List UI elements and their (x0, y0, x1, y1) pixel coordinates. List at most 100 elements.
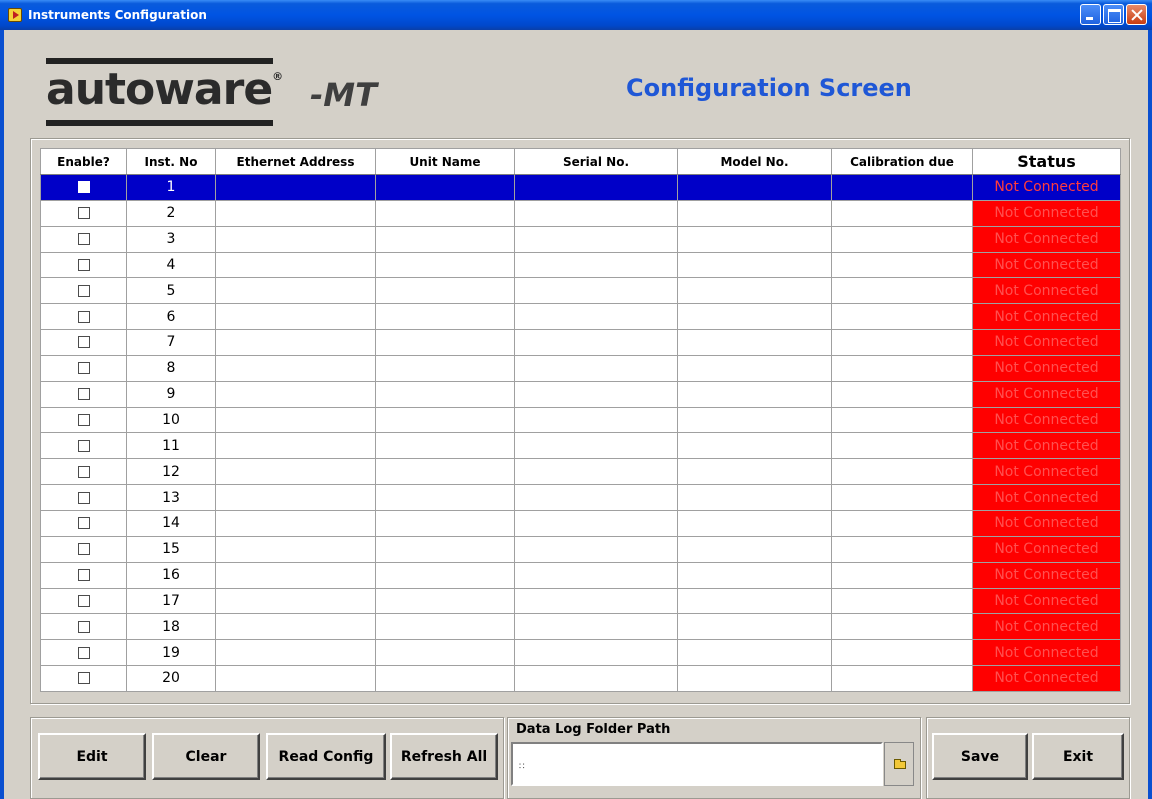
enable-checkbox[interactable] (77, 543, 90, 556)
unit-name-cell[interactable] (375, 432, 515, 460)
enable-checkbox[interactable] (77, 310, 90, 323)
enable-checkbox[interactable] (77, 258, 90, 271)
enable-checkbox[interactable] (77, 336, 90, 349)
model-no-cell[interactable] (677, 354, 832, 382)
calibration-due-cell[interactable] (831, 225, 973, 253)
table-row[interactable]: 4 Not Connected (40, 251, 1121, 279)
ethernet-address-cell[interactable] (215, 174, 376, 201)
table-row[interactable]: 20 Not Connected (40, 665, 1121, 692)
serial-no-cell[interactable] (514, 354, 678, 382)
table-row[interactable]: 6 Not Connected (40, 303, 1121, 331)
unit-name-cell[interactable] (375, 277, 515, 305)
model-no-cell[interactable] (677, 484, 832, 511)
inst-no-cell[interactable]: 5 (126, 277, 216, 305)
unit-name-cell[interactable] (375, 329, 515, 356)
enable-checkbox[interactable] (77, 362, 90, 375)
inst-no-cell[interactable]: 9 (126, 380, 216, 408)
table-row[interactable]: 19 Not Connected (40, 639, 1121, 667)
table-row[interactable]: 1 Not Connected (40, 174, 1121, 201)
ethernet-address-cell[interactable] (215, 639, 376, 667)
read-config-button[interactable]: Read Config (266, 733, 386, 780)
model-no-cell[interactable] (677, 432, 832, 460)
unit-name-cell[interactable] (375, 251, 515, 279)
model-no-cell[interactable] (677, 225, 832, 253)
serial-no-cell[interactable] (514, 277, 678, 305)
enable-checkbox[interactable] (77, 414, 90, 427)
model-no-cell[interactable] (677, 613, 832, 641)
table-row[interactable]: 8 Not Connected (40, 354, 1121, 382)
model-no-cell[interactable] (677, 406, 832, 434)
title-bar[interactable]: Instruments Configuration (0, 0, 1152, 30)
unit-name-cell[interactable] (375, 354, 515, 382)
inst-no-cell[interactable]: 6 (126, 303, 216, 331)
serial-no-cell[interactable] (514, 380, 678, 408)
ethernet-address-cell[interactable] (215, 380, 376, 408)
model-no-cell[interactable] (677, 199, 832, 227)
calibration-due-cell[interactable] (831, 613, 973, 641)
enable-checkbox[interactable] (77, 207, 90, 220)
data-log-folder-input[interactable]: ∷ (511, 742, 883, 786)
inst-no-cell[interactable]: 17 (126, 587, 216, 615)
calibration-due-cell[interactable] (831, 458, 973, 486)
table-row[interactable]: 16 Not Connected (40, 561, 1121, 589)
inst-no-cell[interactable]: 10 (126, 406, 216, 434)
inst-no-cell[interactable]: 12 (126, 458, 216, 486)
calibration-due-cell[interactable] (831, 251, 973, 279)
model-no-cell[interactable] (677, 561, 832, 589)
inst-no-cell[interactable]: 16 (126, 561, 216, 589)
table-row[interactable]: 14 Not Connected (40, 509, 1121, 537)
enable-checkbox[interactable] (77, 569, 90, 582)
ethernet-address-cell[interactable] (215, 484, 376, 511)
model-no-cell[interactable] (677, 380, 832, 408)
table-row[interactable]: 18 Not Connected (40, 613, 1121, 641)
model-no-cell[interactable] (677, 639, 832, 667)
close-button[interactable] (1126, 4, 1147, 25)
inst-no-cell[interactable]: 4 (126, 251, 216, 279)
inst-no-cell[interactable]: 20 (126, 665, 216, 692)
exit-button[interactable]: Exit (1032, 733, 1124, 780)
ethernet-address-cell[interactable] (215, 277, 376, 305)
serial-no-cell[interactable] (514, 329, 678, 356)
ethernet-address-cell[interactable] (215, 458, 376, 486)
serial-no-cell[interactable] (514, 561, 678, 589)
calibration-due-cell[interactable] (831, 535, 973, 563)
unit-name-cell[interactable] (375, 458, 515, 486)
calibration-due-cell[interactable] (831, 639, 973, 667)
ethernet-address-cell[interactable] (215, 199, 376, 227)
table-row[interactable]: 3 Not Connected (40, 225, 1121, 253)
enable-checkbox[interactable] (77, 439, 90, 452)
maximize-button[interactable] (1103, 4, 1124, 25)
ethernet-address-cell[interactable] (215, 535, 376, 563)
table-row[interactable]: 9 Not Connected (40, 380, 1121, 408)
inst-no-cell[interactable]: 1 (126, 174, 216, 201)
ethernet-address-cell[interactable] (215, 354, 376, 382)
serial-no-cell[interactable] (514, 484, 678, 511)
unit-name-cell[interactable] (375, 174, 515, 201)
ethernet-address-cell[interactable] (215, 251, 376, 279)
ethernet-address-cell[interactable] (215, 303, 376, 331)
calibration-due-cell[interactable] (831, 561, 973, 589)
table-row[interactable]: 11 Not Connected (40, 432, 1121, 460)
serial-no-cell[interactable] (514, 613, 678, 641)
serial-no-cell[interactable] (514, 665, 678, 692)
model-no-cell[interactable] (677, 329, 832, 356)
calibration-due-cell[interactable] (831, 277, 973, 305)
unit-name-cell[interactable] (375, 535, 515, 563)
model-no-cell[interactable] (677, 251, 832, 279)
unit-name-cell[interactable] (375, 509, 515, 537)
serial-no-cell[interactable] (514, 509, 678, 537)
unit-name-cell[interactable] (375, 199, 515, 227)
ethernet-address-cell[interactable] (215, 613, 376, 641)
serial-no-cell[interactable] (514, 587, 678, 615)
unit-name-cell[interactable] (375, 665, 515, 692)
calibration-due-cell[interactable] (831, 432, 973, 460)
unit-name-cell[interactable] (375, 225, 515, 253)
calibration-due-cell[interactable] (831, 174, 973, 201)
table-row[interactable]: 15 Not Connected (40, 535, 1121, 563)
ethernet-address-cell[interactable] (215, 432, 376, 460)
calibration-due-cell[interactable] (831, 303, 973, 331)
unit-name-cell[interactable] (375, 587, 515, 615)
calibration-due-cell[interactable] (831, 587, 973, 615)
table-row[interactable]: 5 Not Connected (40, 277, 1121, 305)
model-no-cell[interactable] (677, 587, 832, 615)
